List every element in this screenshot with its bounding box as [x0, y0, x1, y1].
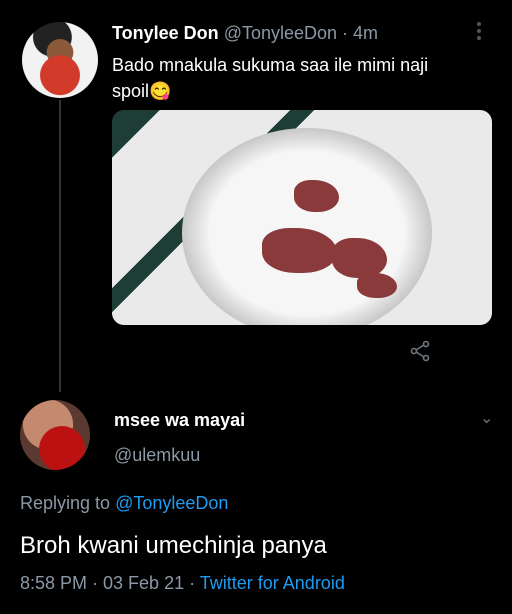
replying-to-prefix: Replying to — [20, 493, 116, 513]
tweet-text-line2: spoil — [112, 81, 150, 101]
tweet-text-line1: Bado mnakula sukuma saa ile mimi naji — [112, 55, 429, 75]
replying-to: Replying to @TonyleeDon — [20, 493, 228, 514]
tweet-time-sep: · — [337, 23, 354, 43]
bowl-image — [182, 128, 432, 325]
chevron-down-icon[interactable]: ⌄ — [480, 408, 493, 428]
meat-piece — [332, 238, 387, 278]
reply-timestamp[interactable]: 8:58 PM · 03 Feb 21 · — [20, 573, 200, 593]
tweet-time[interactable]: 4m — [353, 23, 378, 43]
more-options-icon[interactable] — [477, 22, 483, 43]
tweet-media[interactable] — [112, 110, 492, 325]
avatar-tonylee[interactable] — [22, 22, 98, 98]
tweet-text: Bado mnakula sukuma saa ile mimi naji sp… — [112, 52, 492, 104]
meat-piece — [294, 180, 339, 212]
reply-text: Broh kwani umechinja panya — [20, 532, 327, 559]
meat-piece — [262, 228, 337, 273]
reply-author-name[interactable]: msee wa mayai — [114, 410, 245, 431]
replying-to-handle[interactable]: @TonyleeDon — [115, 493, 228, 513]
meat-piece — [357, 273, 397, 298]
reply-author-handle[interactable]: @ulemkuu — [114, 445, 200, 466]
avatar-msee[interactable] — [20, 400, 90, 470]
tweet-author-handle[interactable]: @TonyleeDon — [224, 23, 337, 43]
tweet-header: Tonylee Don @TonyleeDon · 4m — [112, 23, 378, 44]
thread-line — [59, 100, 61, 392]
emoji-icon: 😋 — [149, 81, 172, 101]
reply-source[interactable]: Twitter for Android — [200, 573, 345, 593]
share-icon[interactable] — [410, 340, 432, 367]
tweet-author-name[interactable]: Tonylee Don — [112, 23, 219, 43]
reply-meta: 8:58 PM · 03 Feb 21 · Twitter for Androi… — [20, 573, 345, 594]
